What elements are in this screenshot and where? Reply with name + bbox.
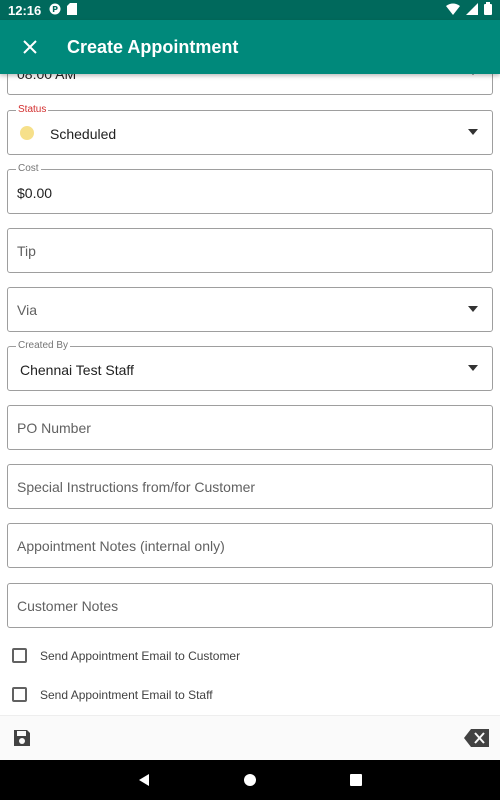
special-instructions-placeholder: Special Instructions from/for Customer	[17, 479, 256, 495]
status-select[interactable]: Status Scheduled	[7, 104, 493, 155]
dropdown-arrow-icon	[468, 129, 478, 135]
cost-label: Cost	[16, 163, 41, 175]
appointment-notes-placeholder: Appointment Notes (internal only)	[17, 538, 225, 554]
home-nav-button[interactable]	[197, 760, 303, 800]
status-label: Status	[16, 104, 49, 116]
status-bar: 12:16 P	[0, 0, 500, 20]
form-content[interactable]: 08:00 AM Status Scheduled Cost $0.00 Tip…	[0, 74, 500, 715]
dropdown-arrow-icon	[468, 74, 478, 75]
tip-field[interactable]: Tip	[7, 228, 493, 273]
close-icon	[23, 40, 37, 54]
tip-placeholder: Tip	[17, 243, 36, 259]
email-customer-checkbox[interactable]	[12, 648, 27, 663]
customer-notes-placeholder: Customer Notes	[17, 598, 119, 614]
back-triangle-icon	[139, 774, 149, 786]
recents-square-icon	[350, 774, 362, 786]
time-value: 08:00 AM	[17, 74, 77, 82]
backspace-icon	[464, 729, 489, 747]
sd-card-icon	[67, 2, 78, 18]
email-customer-option[interactable]: Send Appointment Email to Customer	[12, 648, 240, 663]
customer-notes-field[interactable]: Customer Notes	[7, 583, 493, 628]
email-staff-checkbox[interactable]	[12, 687, 27, 702]
email-staff-option[interactable]: Send Appointment Email to Staff	[12, 687, 213, 702]
cost-value: $0.00	[17, 185, 53, 201]
dropdown-arrow-icon	[468, 306, 478, 312]
cost-field[interactable]: Cost $0.00	[7, 163, 493, 214]
wifi-icon	[446, 3, 460, 18]
created-by-value: Chennai Test Staff	[20, 362, 134, 378]
email-staff-label: Send Appointment Email to Staff	[40, 687, 213, 702]
signal-icon	[466, 2, 478, 18]
app-notification-icon: P	[49, 3, 61, 18]
svg-text:P: P	[52, 5, 58, 14]
recents-nav-button[interactable]	[303, 760, 409, 800]
bottom-action-bar	[0, 715, 500, 760]
save-icon	[14, 730, 30, 746]
special-instructions-field[interactable]: Special Instructions from/for Customer	[7, 464, 493, 509]
close-button[interactable]	[0, 20, 60, 74]
save-button[interactable]	[12, 728, 32, 748]
battery-icon	[484, 2, 492, 18]
via-select[interactable]: Via	[7, 287, 493, 332]
time-select[interactable]: 08:00 AM	[7, 74, 493, 95]
email-customer-label: Send Appointment Email to Customer	[40, 648, 241, 663]
system-nav-bar	[0, 760, 500, 800]
po-number-field[interactable]: PO Number	[7, 405, 493, 450]
back-nav-button[interactable]	[91, 760, 197, 800]
app-bar: Create Appointment	[0, 20, 500, 74]
home-circle-icon	[244, 774, 256, 786]
clear-button[interactable]	[464, 728, 490, 748]
appointment-notes-field[interactable]: Appointment Notes (internal only)	[7, 523, 493, 568]
created-by-label: Created By	[16, 340, 71, 352]
dropdown-arrow-icon	[468, 365, 478, 371]
status-value: Scheduled	[50, 126, 117, 142]
status-color-dot	[20, 126, 34, 140]
created-by-select[interactable]: Created By Chennai Test Staff	[7, 340, 493, 391]
status-time: 12:16	[8, 2, 42, 18]
po-number-placeholder: PO Number	[17, 420, 91, 436]
via-placeholder: Via	[17, 302, 37, 318]
page-title: Create Appointment	[67, 36, 239, 57]
